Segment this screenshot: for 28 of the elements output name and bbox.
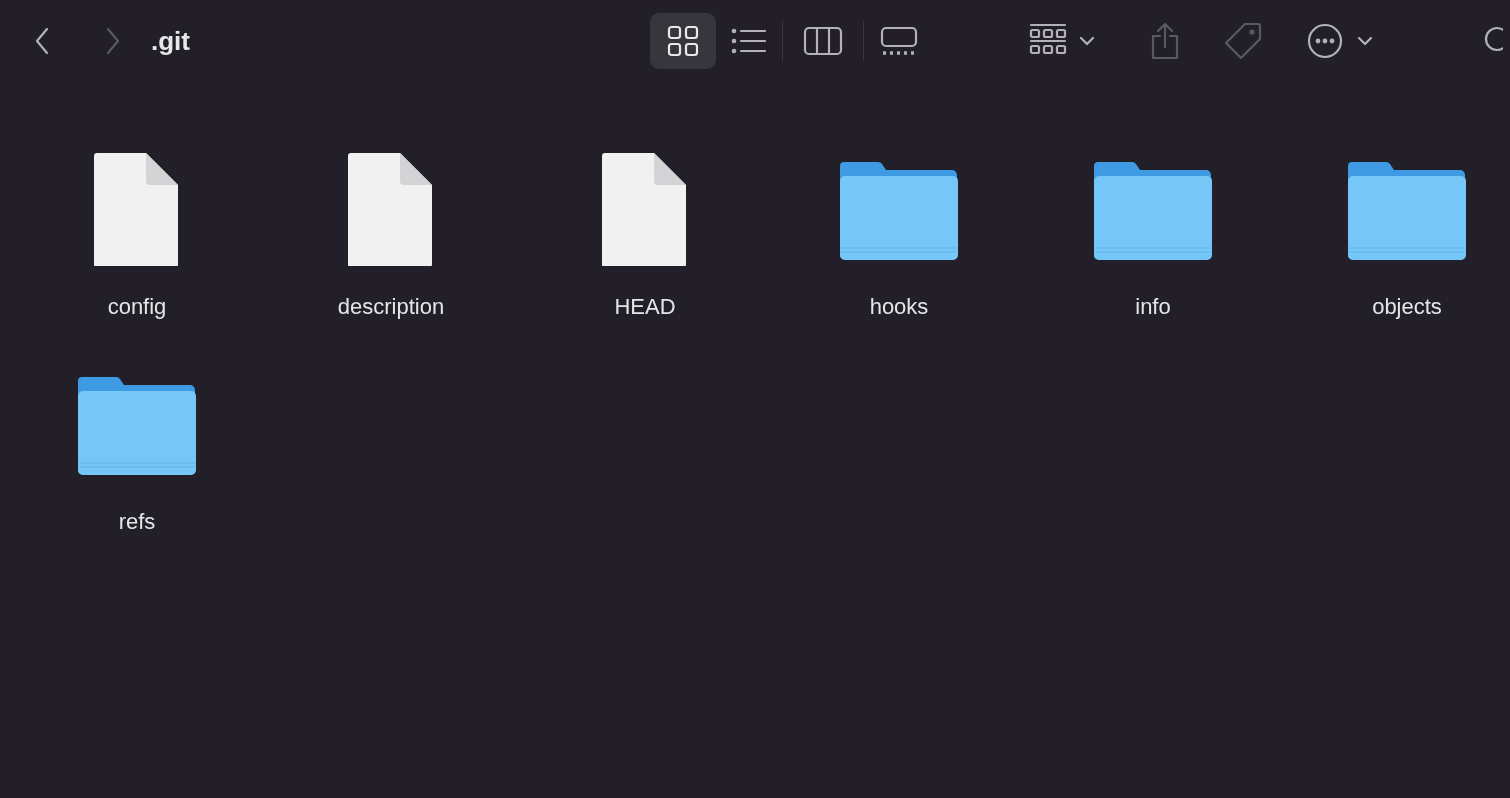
list-icon <box>731 27 767 55</box>
tag-icon <box>1223 21 1263 61</box>
document-icon[interactable] <box>348 152 434 266</box>
window-title: .git <box>151 24 190 58</box>
ellipsis-icon <box>1307 23 1343 59</box>
chevron-down-icon <box>1079 36 1095 46</box>
document-icon[interactable] <box>602 152 688 266</box>
folder-icon[interactable] <box>1348 160 1466 260</box>
chevron-right-icon <box>105 26 121 56</box>
file-name[interactable]: info <box>1135 290 1171 323</box>
file-name[interactable]: description <box>337 290 445 323</box>
folder-icon[interactable] <box>1094 160 1212 260</box>
file-name[interactable]: HEAD <box>614 290 676 323</box>
icon-view-button[interactable] <box>650 13 716 69</box>
file-name[interactable]: objects <box>1372 290 1442 323</box>
chevron-left-icon <box>34 26 50 56</box>
gallery-icon <box>880 26 918 56</box>
columns-icon <box>803 26 843 56</box>
document-icon[interactable] <box>94 152 180 266</box>
file-name[interactable]: hooks <box>869 290 929 323</box>
file-name[interactable]: refs <box>118 505 156 538</box>
file-name[interactable]: config <box>107 290 167 323</box>
more-button[interactable] <box>1307 23 1373 59</box>
grid-icon <box>667 25 699 57</box>
folder-icon[interactable] <box>78 375 196 475</box>
folder-icon[interactable] <box>840 160 958 260</box>
share-icon <box>1149 21 1181 61</box>
chevron-down-icon <box>1357 36 1373 46</box>
